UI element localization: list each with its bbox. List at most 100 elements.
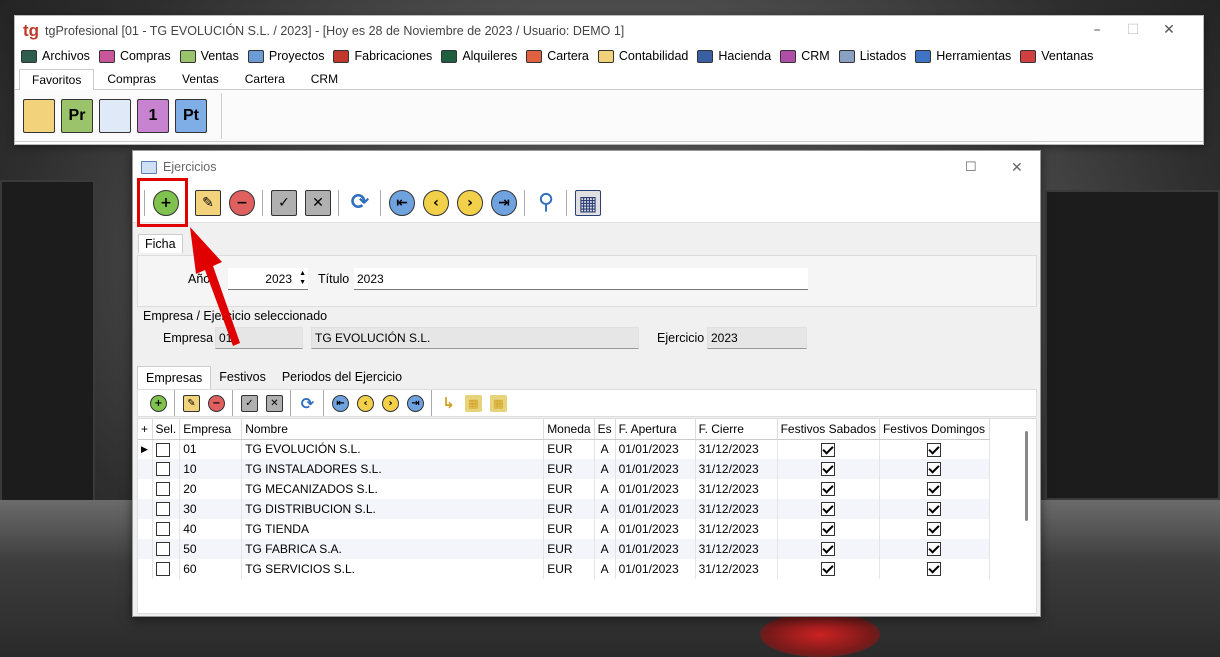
col-header-1[interactable]: Sel. <box>152 419 181 440</box>
cell-sab[interactable] <box>777 539 880 559</box>
cell-cierre[interactable]: 31/12/2023 <box>695 459 778 479</box>
checkbox-dom[interactable] <box>927 542 942 557</box>
accept-icon[interactable]: ✓ <box>271 189 297 216</box>
cell-es[interactable]: A <box>594 559 616 579</box>
cell-es[interactable]: A <box>594 499 616 519</box>
cell-es[interactable]: A <box>594 519 616 539</box>
checkbox-sab[interactable] <box>821 522 836 537</box>
cell-es[interactable]: A <box>594 459 616 479</box>
tab-festivos[interactable]: Festivos <box>211 366 274 389</box>
cell-sab[interactable] <box>777 559 880 579</box>
cell-moneda[interactable]: EUR <box>543 519 595 539</box>
menu-item-hacienda[interactable]: Hacienda <box>697 49 771 63</box>
table-row[interactable]: 60 TG SERVICIOS S.L. EUR A 01/01/2023 31/12/2… <box>138 559 990 579</box>
edit-icon[interactable]: ✎ <box>195 189 221 216</box>
cell-cierre[interactable]: 31/12/2023 <box>695 559 778 579</box>
col-header-2[interactable]: Empresa <box>179 419 243 440</box>
checkbox-dom[interactable] <box>927 482 942 497</box>
prev-record-icon[interactable]: ‹ <box>423 189 449 216</box>
checkbox-sel[interactable] <box>155 522 170 537</box>
cell-cierre[interactable]: 31/12/2023 <box>695 479 778 499</box>
titulo-field[interactable]: 2023 <box>354 268 808 290</box>
refresh-icon[interactable]: ⟳ <box>347 189 373 216</box>
table-row[interactable]: 30 TG DISTRIBUCION S.L. EUR A 01/01/2023 31/1… <box>138 499 990 519</box>
checkbox-sel[interactable] <box>155 442 170 457</box>
cell-apertura[interactable]: 01/01/2023 <box>615 439 696 459</box>
cell-apertura[interactable]: 01/01/2023 <box>615 499 696 519</box>
cell-es[interactable]: A <box>594 479 616 499</box>
cancel-icon[interactable]: ✕ <box>305 189 331 216</box>
sub-prev-record-icon[interactable]: ‹ <box>357 394 374 412</box>
menu-item-contabilidad[interactable]: Contabilidad <box>597 49 688 63</box>
cell-moneda[interactable]: EUR <box>543 499 595 519</box>
cell-apertura[interactable]: 01/01/2023 <box>615 539 696 559</box>
cell-es[interactable]: A <box>594 539 616 559</box>
cell-sel[interactable] <box>152 519 181 539</box>
last-record-icon[interactable]: ⇥ <box>491 189 517 216</box>
cell-dom[interactable] <box>879 439 990 459</box>
cell-sab[interactable] <box>777 479 880 499</box>
grid-scrollbar[interactable] <box>1025 431 1028 521</box>
sub-first-record-icon[interactable]: ⇤ <box>332 394 349 412</box>
menu-item-archivos[interactable]: Archivos <box>21 49 90 63</box>
sub-accept-icon[interactable]: ✓ <box>241 394 258 412</box>
first-record-icon[interactable]: ⇤ <box>389 189 415 216</box>
calendar-icon[interactable]: 1 <box>137 98 169 133</box>
cell-nombre[interactable]: TG TIENDA <box>241 519 545 539</box>
col-header-5[interactable]: Es <box>594 419 616 440</box>
grid-view-icon[interactable]: ▦ <box>575 189 601 216</box>
cell-nombre[interactable]: TG SERVICIOS S.L. <box>241 559 545 579</box>
cell-nombre[interactable]: TG EVOLUCIÓN S.L. <box>241 439 545 459</box>
cell-apertura[interactable]: 01/01/2023 <box>615 479 696 499</box>
col-header-4[interactable]: Moneda <box>543 419 595 440</box>
maximize-button[interactable]: ☐ <box>1115 22 1151 38</box>
cell-sab[interactable] <box>777 519 880 539</box>
cell-moneda[interactable]: EUR <box>543 439 595 459</box>
menu-item-herramientas[interactable]: Herramientas <box>915 49 1011 63</box>
cell-sab[interactable] <box>777 499 880 519</box>
checkbox-dom[interactable] <box>927 462 942 477</box>
cell-cierre[interactable]: 31/12/2023 <box>695 439 778 459</box>
menu-item-crm[interactable]: CRM <box>780 49 830 63</box>
menu-item-cartera[interactable]: Cartera <box>526 49 589 63</box>
cell-sel[interactable] <box>152 479 181 499</box>
cell-sel[interactable] <box>152 459 181 479</box>
cell-moneda[interactable]: EUR <box>543 559 595 579</box>
cell-cierre[interactable]: 31/12/2023 <box>695 499 778 519</box>
checkbox-sel[interactable] <box>155 482 170 497</box>
cell-dom[interactable] <box>879 539 990 559</box>
close-button[interactable]: ✕ <box>1151 22 1187 38</box>
col-header-8[interactable]: Festivos Sabados <box>777 419 880 440</box>
cell-empresa[interactable]: 20 <box>179 479 243 499</box>
menu-item-compras[interactable]: Compras <box>98 49 171 63</box>
ribbon-tab-crm[interactable]: CRM <box>298 68 351 89</box>
cell-dom[interactable] <box>879 519 990 539</box>
checkbox-dom[interactable] <box>927 502 942 517</box>
ribbon-tab-compras[interactable]: Compras <box>94 68 169 89</box>
sub-delete-icon[interactable]: − <box>208 394 225 412</box>
search-icon[interactable]: ⚲ <box>533 190 559 216</box>
checkbox-sab[interactable] <box>821 562 836 577</box>
menu-item-listados[interactable]: Listados <box>838 49 906 63</box>
cell-apertura[interactable]: 01/01/2023 <box>615 459 696 479</box>
tab-ficha[interactable]: Ficha <box>138 234 183 253</box>
table-row[interactable]: ▶ 01 TG EVOLUCIÓN S.L. EUR A 01/01/2023 31/12/… <box>138 439 990 459</box>
cell-sab[interactable] <box>777 459 880 479</box>
cell-apertura[interactable]: 01/01/2023 <box>615 559 696 579</box>
cell-cierre[interactable]: 31/12/2023 <box>695 519 778 539</box>
checkbox-sab[interactable] <box>821 482 836 497</box>
col-header-7[interactable]: F. Cierre <box>695 419 778 440</box>
col-header-0[interactable]: + <box>138 419 153 440</box>
cell-sel[interactable] <box>152 559 181 579</box>
checkbox-sel[interactable] <box>155 502 170 517</box>
cell-empresa[interactable]: 01 <box>179 439 243 459</box>
sub-add-icon[interactable]: + <box>150 394 167 412</box>
cell-empresa[interactable]: 40 <box>179 519 243 539</box>
cell-moneda[interactable]: EUR <box>543 539 595 559</box>
cell-cierre[interactable]: 31/12/2023 <box>695 539 778 559</box>
cell-sel[interactable] <box>152 539 181 559</box>
cell-sel[interactable] <box>152 499 181 519</box>
tab-empresas[interactable]: Empresas <box>137 366 212 389</box>
checkbox-dom[interactable] <box>927 442 942 457</box>
sub-refresh-icon[interactable]: ⟳ <box>299 394 316 413</box>
